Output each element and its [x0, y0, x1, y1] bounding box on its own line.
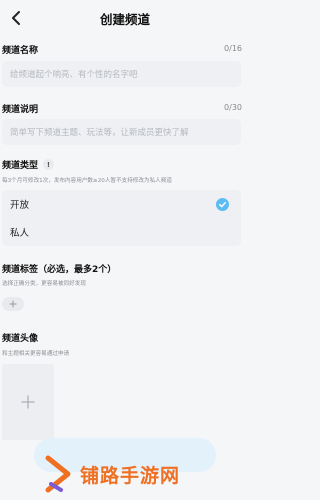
checkmark-icon: [216, 198, 229, 211]
channel-name-counter: 0/16: [224, 44, 242, 53]
back-button[interactable]: [6, 8, 26, 28]
channel-tag-hint: 选择正确分类，更容易被同好发现: [2, 281, 86, 287]
watermark-text: 铺路手游网: [80, 464, 181, 487]
page-title: 创建频道: [99, 11, 150, 27]
avatar-upload-box[interactable]: [2, 364, 54, 440]
header-bar: 创建频道: [0, 0, 250, 36]
channel-tag-label: 频道标签（必选，最多2个）: [2, 265, 117, 275]
channel-name-label: 频道名称: [2, 46, 39, 56]
channel-type-label: 频道类型: [2, 161, 39, 171]
watermark-logo-icon: [45, 455, 71, 493]
add-tag-button[interactable]: [2, 297, 24, 311]
channel-type-header: 频道类型 !: [2, 158, 55, 171]
type-option-open[interactable]: 开放: [2, 190, 241, 218]
exclamation-info-icon[interactable]: !: [43, 159, 55, 170]
watermark: 铺路手游网: [42, 448, 250, 500]
channel-name-input[interactable]: 给频道起个响亮、有个性的名字吧: [2, 61, 241, 87]
channel-avatar-label: 频道头像: [2, 334, 39, 344]
back-chevron-icon: [12, 11, 20, 25]
plus-icon: [21, 395, 35, 409]
channel-type-hint: 每3个月可修改1次，发布内容用户数≥20人暂不支持修改为私人频道: [2, 178, 172, 184]
channel-avatar-hint: 和主题相关更容易通过申请: [2, 351, 70, 357]
type-option-private[interactable]: 私人: [2, 218, 241, 246]
channel-desc-input[interactable]: 简单写下频道主题、玩法等，让新成员更快了解: [2, 119, 241, 145]
channel-type-options: 开放 私人: [2, 190, 241, 246]
channel-desc-counter: 0/30: [224, 103, 242, 112]
type-option-label: 开放: [10, 200, 30, 211]
type-option-label: 私人: [10, 228, 30, 239]
plus-icon: [9, 300, 17, 308]
channel-desc-label: 频道说明: [2, 105, 39, 115]
